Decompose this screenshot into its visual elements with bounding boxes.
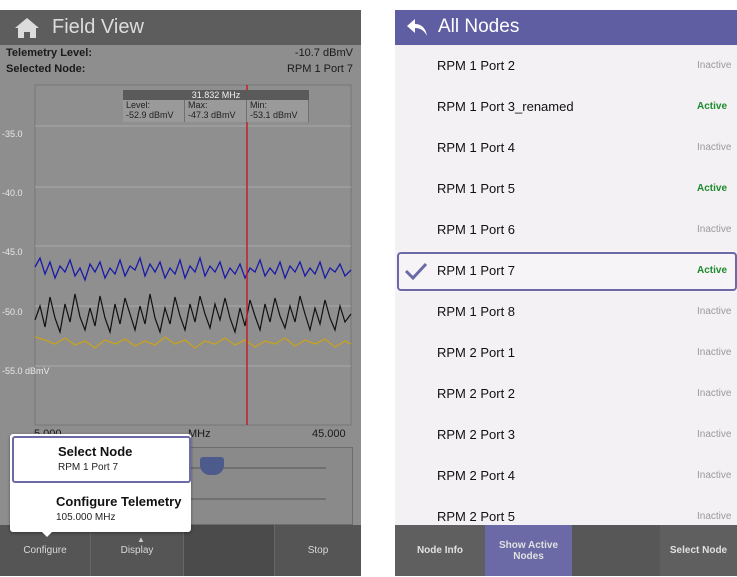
menu-item-title: Select Node (58, 444, 133, 459)
node-status: Active (697, 183, 728, 194)
node-status: Inactive (697, 511, 732, 522)
node-name: RPM 1 Port 8 (437, 304, 516, 319)
node-name: RPM 2 Port 4 (437, 468, 516, 483)
home-icon[interactable] (14, 17, 40, 39)
node-status: Inactive (697, 224, 732, 235)
back-arrow-icon[interactable] (406, 18, 428, 38)
checkmark-icon (404, 262, 428, 280)
slider-track (191, 498, 326, 500)
all-nodes-header: All Nodes (395, 10, 737, 45)
menu-item-subtitle: RPM 1 Port 7 (58, 462, 119, 473)
node-status: Inactive (697, 142, 732, 153)
caret-up-icon: ▲ (137, 535, 145, 544)
y-tick-label: -35.0 (2, 129, 23, 139)
marker-max: Max: -47.3 dBmV (185, 100, 247, 122)
node-name: RPM 2 Port 2 (437, 386, 516, 401)
spectrum-chart[interactable] (0, 82, 361, 432)
span-slider-panel (190, 447, 353, 525)
node-row[interactable]: RPM 2 Port 2 Inactive (395, 374, 737, 416)
marker-level: Level: -52.9 dBmV (123, 100, 185, 122)
y-tick-label: -40.0 (2, 188, 23, 198)
page-title: All Nodes (438, 16, 520, 37)
node-info-button[interactable]: Node Info (395, 525, 485, 576)
node-status: Inactive (697, 60, 732, 71)
select-node-button[interactable]: Select Node (660, 525, 737, 576)
node-name: RPM 1 Port 2 (437, 58, 516, 73)
popup-pointer (38, 528, 56, 537)
empty-button[interactable] (184, 525, 275, 576)
configure-menu: Select Node RPM 1 Port 7 Configure Telem… (10, 434, 191, 532)
node-status: Inactive (697, 306, 732, 317)
display-button[interactable]: Display (91, 525, 184, 576)
node-name: RPM 2 Port 1 (437, 345, 516, 360)
marker-min: Min: -53.1 dBmV (247, 100, 309, 122)
node-name: RPM 2 Port 5 (437, 509, 516, 524)
node-name: RPM 1 Port 7 (437, 263, 516, 278)
node-row[interactable]: RPM 1 Port 6 Inactive (395, 210, 737, 252)
show-active-nodes-button[interactable]: Show Active Nodes (485, 525, 572, 576)
node-row[interactable]: RPM 1 Port 8 Inactive (395, 292, 737, 334)
node-row-selected[interactable]: RPM 1 Port 7 Active (395, 251, 737, 293)
bottom-toolbar: Node Info Show Active Nodes Select Node (395, 525, 737, 576)
node-status: Inactive (697, 388, 732, 399)
field-view-header: Field View (0, 10, 361, 45)
menu-item-subtitle: 105.000 MHz (56, 512, 116, 523)
y-tick-label: -45.0 (2, 247, 23, 257)
node-row[interactable]: RPM 1 Port 2 Inactive (395, 46, 737, 88)
configure-telemetry-menu-item[interactable]: Configure Telemetry 105.000 MHz (12, 484, 189, 528)
node-name: RPM 2 Port 3 (437, 427, 516, 442)
telemetry-level-value: -10.7 dBmV (294, 47, 353, 59)
y-tick-label: -55.0 dBmV (2, 366, 50, 376)
y-tick-label: -50.0 (2, 307, 23, 317)
node-name: RPM 1 Port 4 (437, 140, 516, 155)
marker-frequency: 31.832 MHz (123, 90, 309, 100)
node-status: Inactive (697, 470, 732, 481)
selected-node-label: Selected Node: (6, 63, 86, 75)
menu-item-title: Configure Telemetry (56, 494, 182, 509)
field-view-panel: Field View Telemetry Level: -10.7 dBmV S… (0, 10, 361, 576)
x-axis-end: 45.000 (312, 428, 346, 440)
node-status: Inactive (697, 429, 732, 440)
node-row[interactable]: RPM 2 Port 1 Inactive (395, 333, 737, 375)
selected-node-value: RPM 1 Port 7 (286, 63, 353, 75)
page-title: Field View (52, 16, 144, 38)
node-status: Active (697, 265, 728, 276)
node-row[interactable]: RPM 2 Port 3 Inactive (395, 415, 737, 457)
node-status: Active (697, 101, 728, 112)
slider-thumb[interactable] (200, 457, 224, 475)
node-name: RPM 1 Port 6 (437, 222, 516, 237)
node-status: Inactive (697, 347, 732, 358)
node-name: RPM 1 Port 3_renamed (437, 99, 574, 114)
node-row[interactable]: RPM 1 Port 5 Active (395, 169, 737, 211)
node-name: RPM 1 Port 5 (437, 181, 516, 196)
telemetry-level-label: Telemetry Level: (6, 47, 93, 59)
select-node-menu-item[interactable]: Select Node RPM 1 Port 7 (12, 436, 191, 483)
node-row[interactable]: RPM 2 Port 4 Inactive (395, 456, 737, 498)
node-row[interactable]: RPM 1 Port 4 Inactive (395, 128, 737, 170)
empty-button[interactable] (572, 525, 660, 576)
stop-button[interactable]: Stop (275, 525, 361, 576)
all-nodes-panel: All Nodes RPM 1 Port 2 Inactive RPM 1 Po… (395, 10, 737, 576)
x-axis-unit: MHz (188, 428, 211, 440)
node-row[interactable]: RPM 1 Port 3_renamed Active (395, 87, 737, 129)
